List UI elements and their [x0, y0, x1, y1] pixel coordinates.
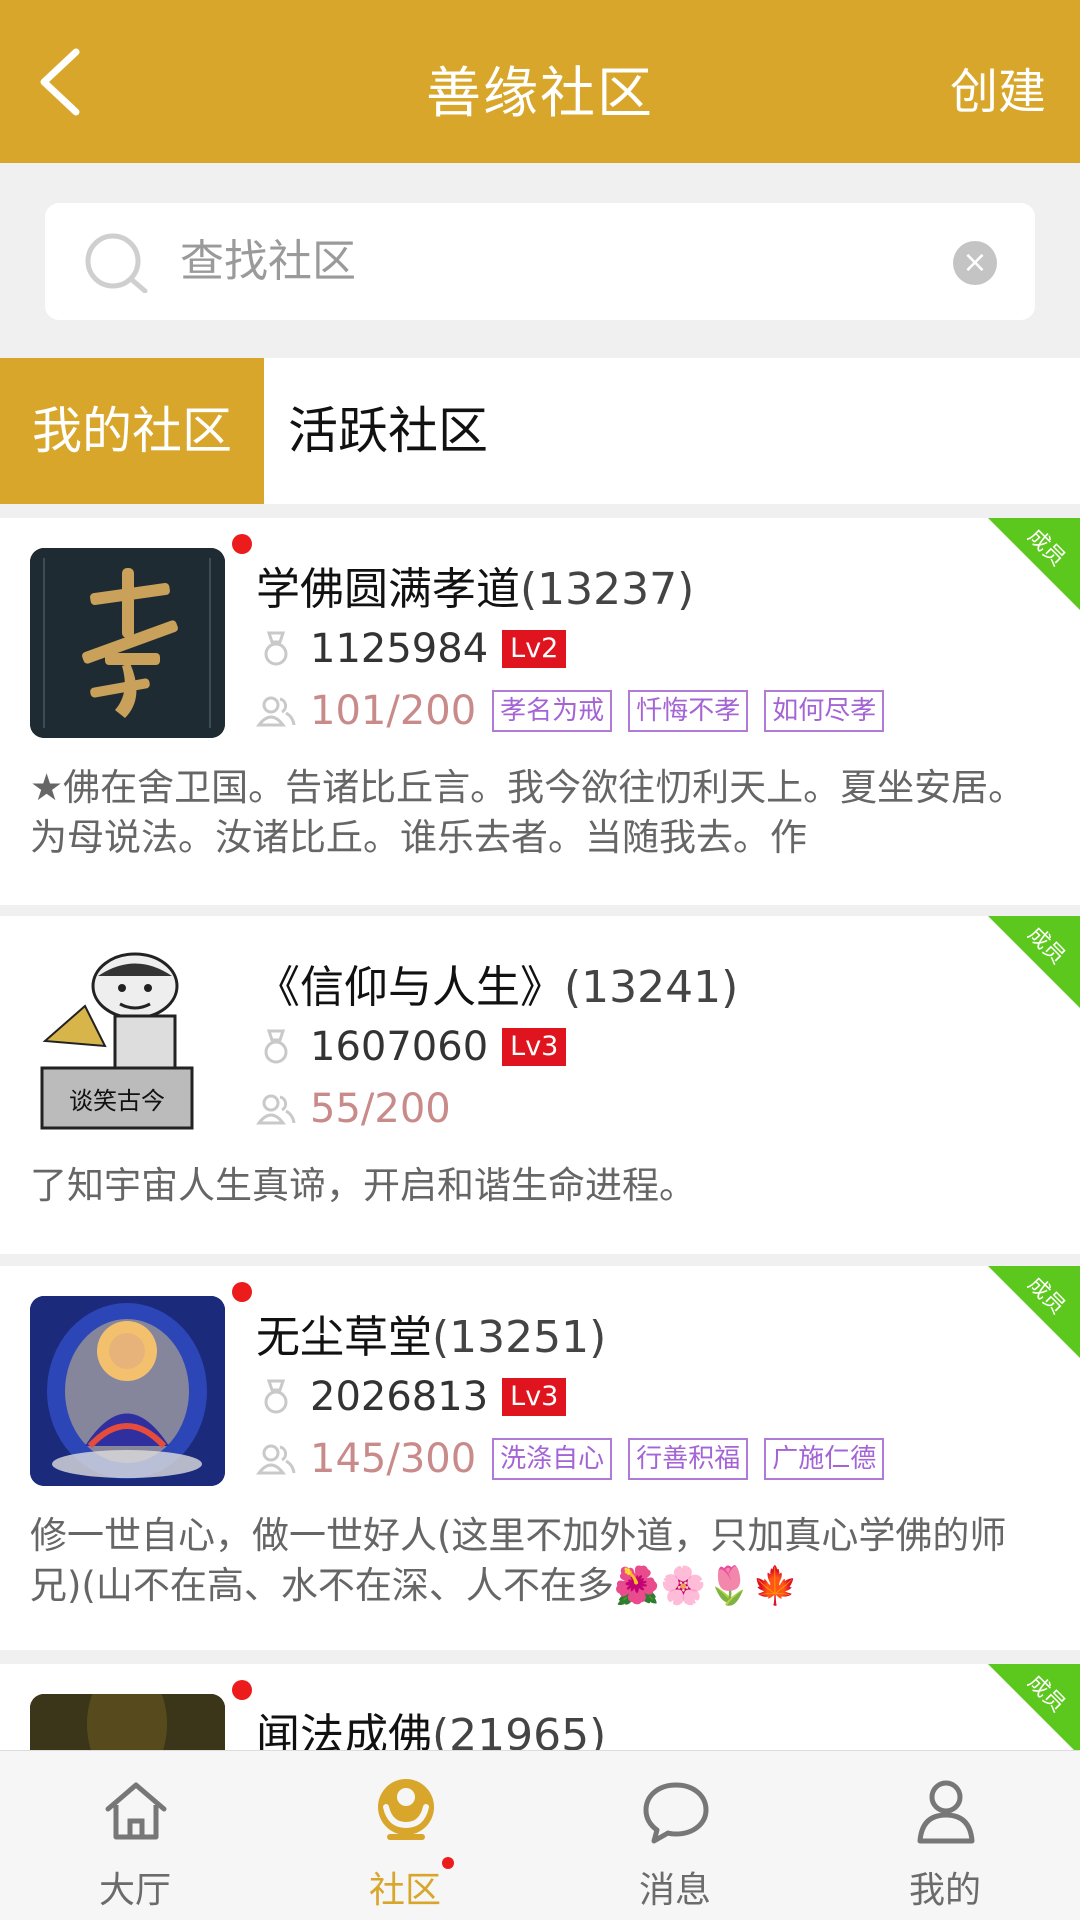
community-name: 闻法成佛(21965)	[256, 1710, 607, 1750]
message-icon	[643, 1782, 709, 1844]
search-input[interactable]	[180, 223, 960, 300]
nav-community[interactable]: 社区	[270, 1751, 540, 1920]
community-description: ★佛在舍卫国。告诸比丘言。我今欲往忉利天上。夏坐安居。为母说法。汝诸比丘。谁乐去…	[30, 766, 1026, 859]
community-tag: 行善积福	[628, 1438, 749, 1480]
members-icon	[256, 1094, 296, 1125]
level-badge: Lv2	[502, 630, 567, 668]
members-icon	[256, 696, 296, 727]
community-name: 《信仰与人生》(13241)	[256, 962, 739, 1013]
merit-value: 2026813	[310, 1374, 489, 1420]
unread-dot	[232, 534, 252, 554]
community-avatar: 谈笑古今	[30, 946, 225, 1136]
community-card[interactable]: 谈笑古今 成员 《信仰与人生》(13241) 1607060 Lv3 55/200…	[0, 916, 1080, 1254]
community-name: 无尘草堂(13251)	[256, 1312, 607, 1363]
members-row: 145/300 洗涤自心 行善积福 广施仁德	[256, 1434, 885, 1490]
home-icon	[105, 1782, 167, 1840]
level-badge: Lv3	[502, 1378, 567, 1416]
nav-label: 大厅	[98, 1870, 171, 1911]
tab-my-communities[interactable]: 我的社区	[0, 358, 264, 504]
community-list: 成员 学佛圆满孝道(13237) 1125984 Lv2 101/200 孝名为戒忏…	[0, 518, 1080, 1750]
dark-landscape-image	[30, 1694, 225, 1750]
community-card[interactable]: 成员 学佛圆满孝道(13237) 1125984 Lv2 101/200 孝名为戒忏…	[0, 518, 1080, 905]
xiao-calligraphy-image	[30, 548, 225, 738]
create-button[interactable]: 创建	[950, 52, 1046, 122]
svg-text:谈笑古今: 谈笑古今	[69, 1087, 165, 1115]
merit-row: 1125984 Lv2	[256, 624, 567, 680]
clear-icon[interactable]: ×	[953, 241, 997, 285]
tab-bar: 我的社区 活跃社区	[0, 358, 1080, 504]
medicine-buddha-image	[30, 1296, 225, 1486]
search-icon	[85, 233, 148, 293]
nav-label: 我的	[908, 1870, 981, 1911]
community-description: 修一世自心，做一世好人(这里不加外道，只加真心学佛的师兄)(山不在高、水不在深、…	[30, 1514, 1007, 1607]
nav-hall[interactable]: 大厅	[0, 1751, 270, 1920]
member-corner-badge: 成员	[988, 1266, 1080, 1358]
community-tag: 忏悔不孝	[628, 690, 749, 732]
community-avatar	[30, 1296, 225, 1486]
unread-dot	[232, 1680, 252, 1700]
member-corner-badge: 成员	[988, 1664, 1080, 1750]
page-title: 善缘社区	[425, 61, 654, 125]
meme-avatar-image: 谈笑古今	[30, 946, 225, 1136]
medal-icon	[264, 631, 288, 666]
unread-dot	[232, 1282, 252, 1302]
member-corner-badge: 成员	[988, 916, 1080, 1008]
nav-label: 社区	[368, 1870, 441, 1911]
community-tag: 洗涤自心	[492, 1438, 613, 1480]
community-card[interactable]: 成员 闻法成佛(21965)	[0, 1664, 1080, 1750]
member-count: 145/300	[310, 1436, 477, 1482]
app-header: 善缘社区 创建	[0, 0, 1080, 163]
bottom-nav: 大厅 社区 消息 我的	[0, 1750, 1080, 1920]
medal-icon	[264, 1379, 288, 1414]
member-corner-badge: 成员	[988, 518, 1080, 610]
merit-row: 1607060 Lv3	[256, 1022, 567, 1078]
community-tag: 孝名为戒	[492, 690, 613, 732]
nav-label: 消息	[638, 1870, 711, 1911]
members-row: 101/200 孝名为戒 忏悔不孝 如何尽孝	[256, 686, 885, 742]
nav-profile[interactable]: 我的	[810, 1751, 1080, 1920]
tab-active-communities[interactable]: 活跃社区	[288, 358, 488, 504]
merit-value: 1125984	[310, 626, 489, 672]
community-avatar	[30, 548, 225, 738]
unread-dot	[442, 1857, 454, 1869]
search-bar: ×	[45, 203, 1035, 320]
community-name: 学佛圆满孝道(13237)	[256, 564, 695, 615]
profile-icon	[917, 1780, 975, 1844]
community-avatar	[30, 1694, 225, 1750]
merit-row: 2026813 Lv3	[256, 1372, 567, 1428]
level-badge: Lv3	[502, 1028, 567, 1066]
community-icon	[378, 1779, 434, 1840]
member-count: 55/200	[310, 1086, 451, 1132]
community-tag: 如何尽孝	[764, 690, 885, 732]
merit-value: 1607060	[310, 1024, 489, 1070]
community-tag: 广施仁德	[764, 1438, 885, 1480]
medal-icon	[264, 1029, 288, 1064]
nav-messages[interactable]: 消息	[540, 1751, 810, 1920]
community-card[interactable]: 成员 无尘草堂(13251) 2026813 Lv3 145/300 洗涤自心 行善积…	[0, 1266, 1080, 1650]
members-icon	[256, 1444, 296, 1475]
member-count: 101/200	[310, 688, 477, 734]
community-description: 了知宇宙人生真谛，开启和谐生命进程。	[30, 1164, 696, 1207]
members-row: 55/200	[256, 1084, 451, 1140]
